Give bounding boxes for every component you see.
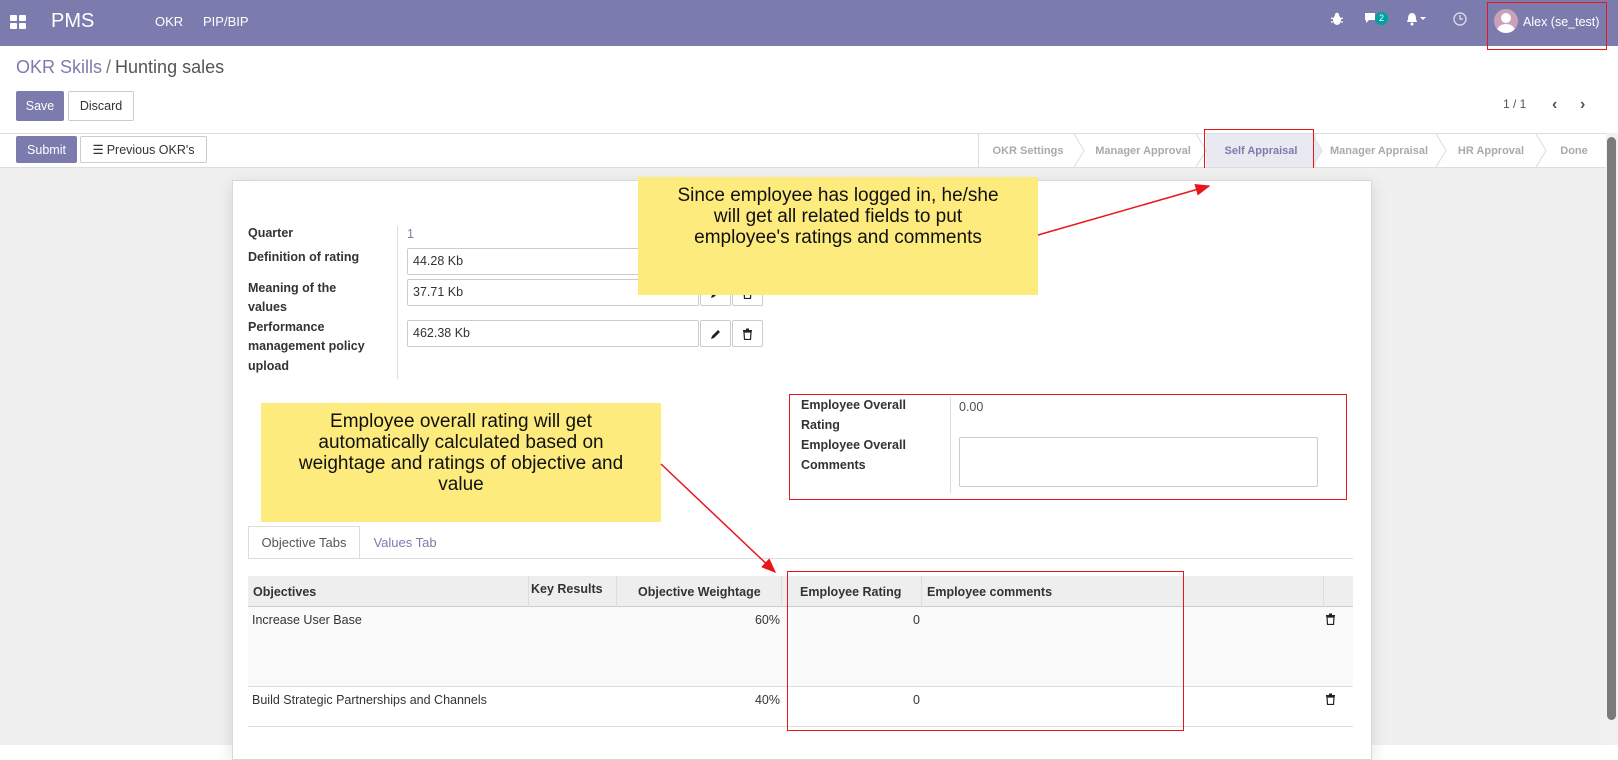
arrow-to-stage <box>1037 183 1211 236</box>
annotation-arrows <box>660 183 1211 574</box>
arrow-to-rating-column <box>660 463 777 574</box>
